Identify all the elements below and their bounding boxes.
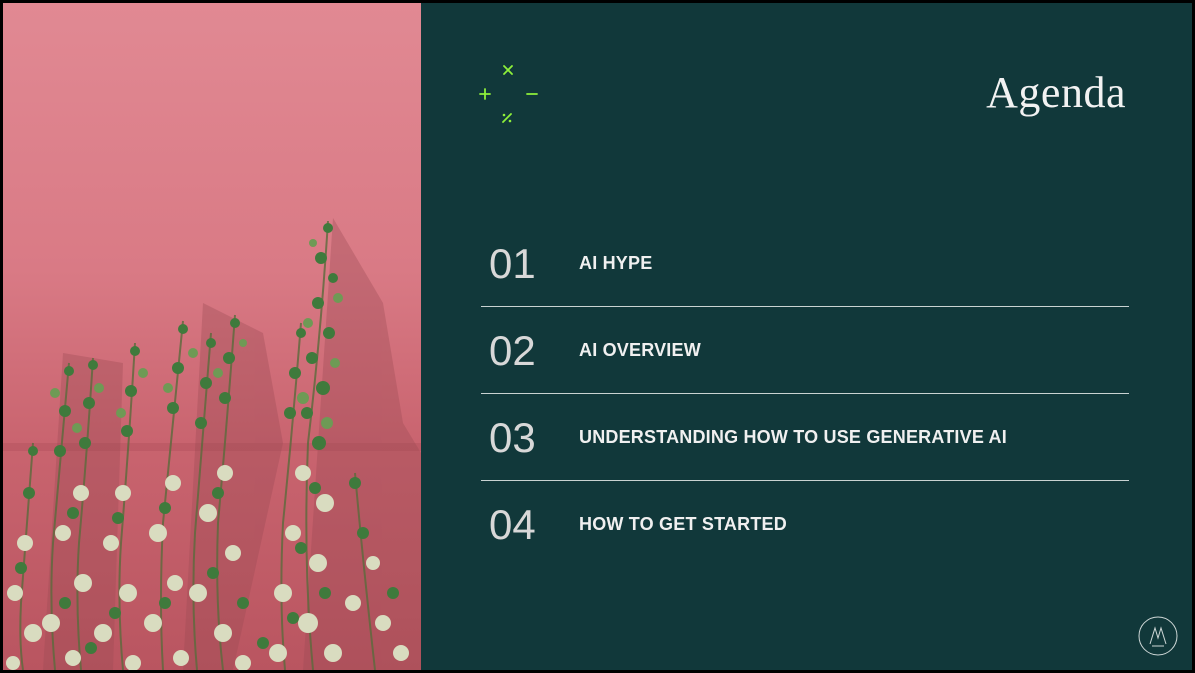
agenda-label: AI HYPE (579, 253, 653, 273)
agenda-item-3: 03 UNDERSTANDING HOW TO USE GENERATIVE A… (481, 394, 1129, 481)
agenda-item-4: 04 HOW TO GET STARTED (481, 481, 1129, 568)
slide: Agenda 01 AI HYPE 02 AI OVERVIEW 03 UNDE… (3, 3, 1192, 670)
agenda-panel: Agenda 01 AI HYPE 02 AI OVERVIEW 03 UNDE… (421, 3, 1192, 670)
slide-title: Agenda (986, 68, 1126, 117)
agenda-item-2: 02 AI OVERVIEW (481, 307, 1129, 394)
agenda-item-1: 01 AI HYPE (481, 220, 1129, 307)
agenda-label: UNDERSTANDING HOW TO USE GENERATIVE AI (579, 427, 1007, 447)
agenda-label: HOW TO GET STARTED (579, 514, 787, 534)
agenda-list: 01 AI HYPE 02 AI OVERVIEW 03 UNDERSTANDI… (481, 220, 1129, 568)
agenda-number: 04 (489, 500, 536, 548)
climbing-plants-illustration (3, 218, 421, 670)
agenda-number: 02 (489, 326, 536, 374)
photo-pink-wall-plants (3, 3, 421, 670)
math-symbols-icon (479, 65, 538, 123)
agenda-number: 03 (489, 413, 536, 461)
agenda-label: AI OVERVIEW (579, 340, 701, 360)
logo-mark-icon (1138, 616, 1178, 656)
agenda-number: 01 (489, 239, 536, 287)
